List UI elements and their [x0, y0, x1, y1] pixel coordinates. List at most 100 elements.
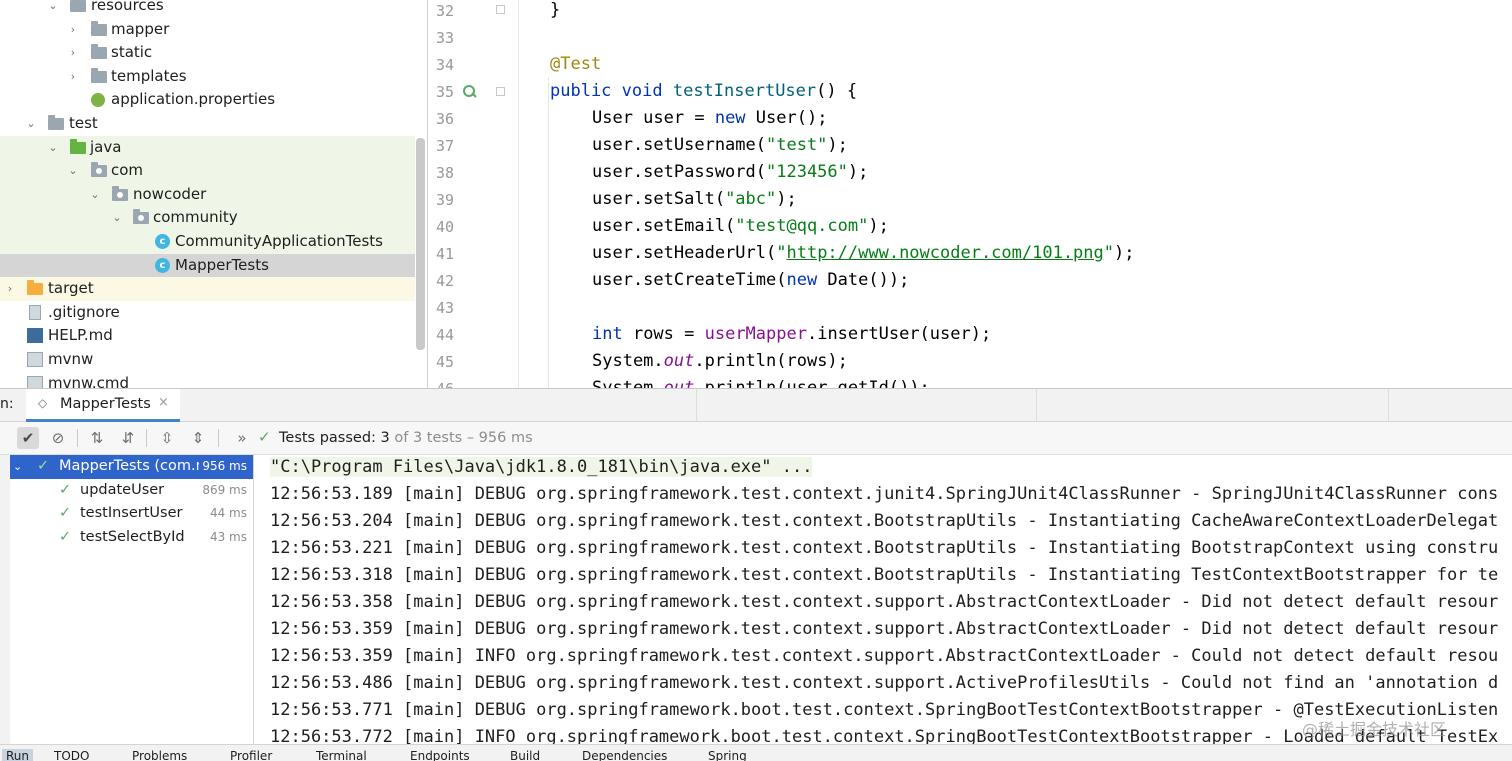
code-line-42: user.setCreateTime(new Date());: [592, 270, 910, 290]
tool-build[interactable]: Build: [510, 749, 540, 761]
chevron-right-icon[interactable]: ›: [4, 277, 16, 301]
chevron-right-icon[interactable]: ›: [67, 65, 79, 89]
tree-item-application-properties[interactable]: application.properties: [0, 88, 415, 112]
text-file-icon: [29, 304, 41, 320]
test-class-icon: c: [155, 257, 170, 273]
tool-todo[interactable]: TODO: [54, 749, 89, 761]
sort-alphabetically-icon[interactable]: ⇅: [86, 427, 108, 449]
chevron-down-icon[interactable]: ⌄: [47, 0, 59, 18]
tree-item-help-md[interactable]: HELP.md: [0, 324, 415, 348]
passed-check-icon: ✓: [37, 458, 50, 474]
test-time: 869 ms: [202, 482, 247, 497]
chevron-down-icon[interactable]: ⌄: [47, 136, 59, 160]
expand-all-icon[interactable]: ⇳: [156, 427, 178, 449]
tool-endpoints[interactable]: Endpoints: [410, 749, 470, 761]
line-number: 43: [435, 299, 454, 317]
package-icon: [133, 209, 149, 225]
chevron-down-icon[interactable]: ⌄: [13, 455, 22, 479]
tree-item-mappertests[interactable]: c MapperTests: [0, 253, 415, 278]
tree-item-label: mvnw: [48, 350, 94, 368]
code-line-35: public void testInsertUser() {: [550, 81, 858, 101]
test-run-icon: ◇: [38, 396, 48, 410]
test-source-folder-icon: [70, 138, 86, 154]
url-link[interactable]: http://www.nowcoder.com/101.png: [786, 243, 1103, 263]
tree-item-mvnw[interactable]: mvnw: [0, 348, 415, 372]
tree-item-static[interactable]: › static: [0, 41, 415, 65]
code-line-45: System.out.println(rows);: [592, 351, 848, 371]
test-suite-row[interactable]: ⌄ ✓ MapperTests (com.n 956 ms: [10, 455, 253, 479]
test-name: testInsertUser: [80, 505, 183, 522]
line-number: 35: [435, 83, 454, 101]
console-line: 12:56:53.204 [main] DEBUG org.springfram…: [270, 511, 1499, 531]
tab-separator: [1388, 389, 1389, 421]
tree-item-label: HELP.md: [48, 326, 113, 345]
code-line-41: user.setHeaderUrl("http://www.nowcoder.c…: [592, 243, 1135, 263]
collapse-all-icon[interactable]: ⇕: [187, 427, 209, 449]
tree-item-java[interactable]: ⌄ java: [0, 135, 415, 160]
tree-item-com[interactable]: ⌄ com: [0, 159, 415, 183]
fold-marker-icon[interactable]: [496, 5, 505, 14]
toolbar-separator: [218, 429, 219, 447]
passed-count: 3: [380, 430, 390, 446]
tree-item-communityapplicationtests[interactable]: c CommunityApplicationTests: [0, 230, 415, 254]
tree-item-test[interactable]: ⌄ test: [0, 112, 415, 136]
console-line: 12:56:53.358 [main] DEBUG org.springfram…: [270, 592, 1499, 612]
more-icon[interactable]: »: [231, 427, 253, 449]
show-passed-icon[interactable]: ✔: [17, 427, 39, 449]
tree-item-resources[interactable]: ⌄ resources: [0, 0, 415, 18]
tool-run[interactable]: Run: [2, 749, 34, 761]
tree-scrollbar[interactable]: [416, 138, 425, 350]
chevron-down-icon[interactable]: ⌄: [89, 183, 101, 207]
tree-item-label: static: [111, 43, 153, 62]
tree-item-templates[interactable]: › templates: [0, 65, 415, 89]
tool-window-bar: Run TODO Problems Profiler Terminal Endp…: [0, 744, 1512, 761]
indent-guide: [548, 77, 549, 388]
code-editor[interactable]: 32 33 34 35 36 37 38 39 40 41 42 43 44 4…: [427, 0, 1512, 388]
test-results-tree: ⌄ ✓ MapperTests (com.n 956 ms ✓ updateUs…: [10, 455, 254, 745]
run-label: n:: [0, 396, 14, 412]
project-tree: ⌄ resources › mapper › static › template…: [0, 0, 427, 388]
test-row[interactable]: ✓ testSelectById 43 ms: [10, 526, 253, 550]
fold-marker-icon[interactable]: [496, 87, 505, 96]
tree-item-nowcoder[interactable]: ⌄ nowcoder: [0, 182, 415, 207]
tool-dependencies[interactable]: Dependencies: [582, 749, 667, 761]
tree-item-label: application.properties: [111, 90, 276, 109]
tree-item-label: mapper: [111, 19, 170, 38]
line-number: 33: [435, 29, 454, 47]
test-name: testSelectById: [80, 528, 185, 545]
tree-item-gitignore[interactable]: .gitignore: [0, 301, 415, 325]
chevron-down-icon[interactable]: ⌄: [111, 206, 123, 230]
tab-mappertests[interactable]: ◇ MapperTests ×: [26, 389, 180, 422]
watermark: @稀土掘金技术社区: [1302, 720, 1447, 739]
chevron-down-icon[interactable]: ⌄: [25, 112, 37, 136]
package-icon: [91, 162, 107, 178]
test-row[interactable]: ✓ testInsertUser 44 ms: [10, 502, 253, 526]
line-number: 38: [435, 164, 454, 182]
tree-item-mvnw-cmd[interactable]: mvnw.cmd: [0, 372, 415, 388]
folder-icon: [91, 67, 107, 83]
tree-item-target[interactable]: › target: [0, 277, 415, 301]
line-number: 44: [435, 326, 454, 344]
tree-item-mapper[interactable]: › mapper: [0, 18, 415, 42]
chevron-down-icon[interactable]: ⌄: [67, 159, 79, 183]
tree-item-label: CommunityApplicationTests: [175, 232, 383, 250]
close-icon[interactable]: ×: [158, 395, 169, 410]
chevron-right-icon[interactable]: ›: [67, 41, 79, 65]
test-row[interactable]: ✓ updateUser 869 ms: [10, 479, 253, 503]
sort-by-duration-icon[interactable]: ⇵: [117, 427, 139, 449]
tool-problems[interactable]: Problems: [132, 749, 187, 761]
run-test-icon[interactable]: [463, 84, 477, 98]
tool-profiler[interactable]: Profiler: [230, 749, 272, 761]
tree-item-label: MapperTests: [175, 255, 269, 274]
chevron-right-icon[interactable]: ›: [67, 18, 79, 42]
code-line-40: user.setEmail("test@qq.com");: [592, 216, 889, 236]
tool-spring[interactable]: Spring: [708, 749, 747, 761]
console-line: 12:56:53.189 [main] DEBUG org.springfram…: [270, 484, 1499, 504]
passed-check-icon: ✓: [59, 505, 72, 522]
tool-terminal[interactable]: Terminal: [316, 749, 367, 761]
tests-status: Tests passed: 3 of 3 tests – 956 ms: [279, 430, 533, 446]
toolbar-separator: [77, 429, 78, 447]
tree-item-community[interactable]: ⌄ community: [0, 206, 415, 230]
test-time: 44 ms: [209, 506, 247, 521]
show-ignored-icon[interactable]: ⊘: [47, 427, 69, 449]
